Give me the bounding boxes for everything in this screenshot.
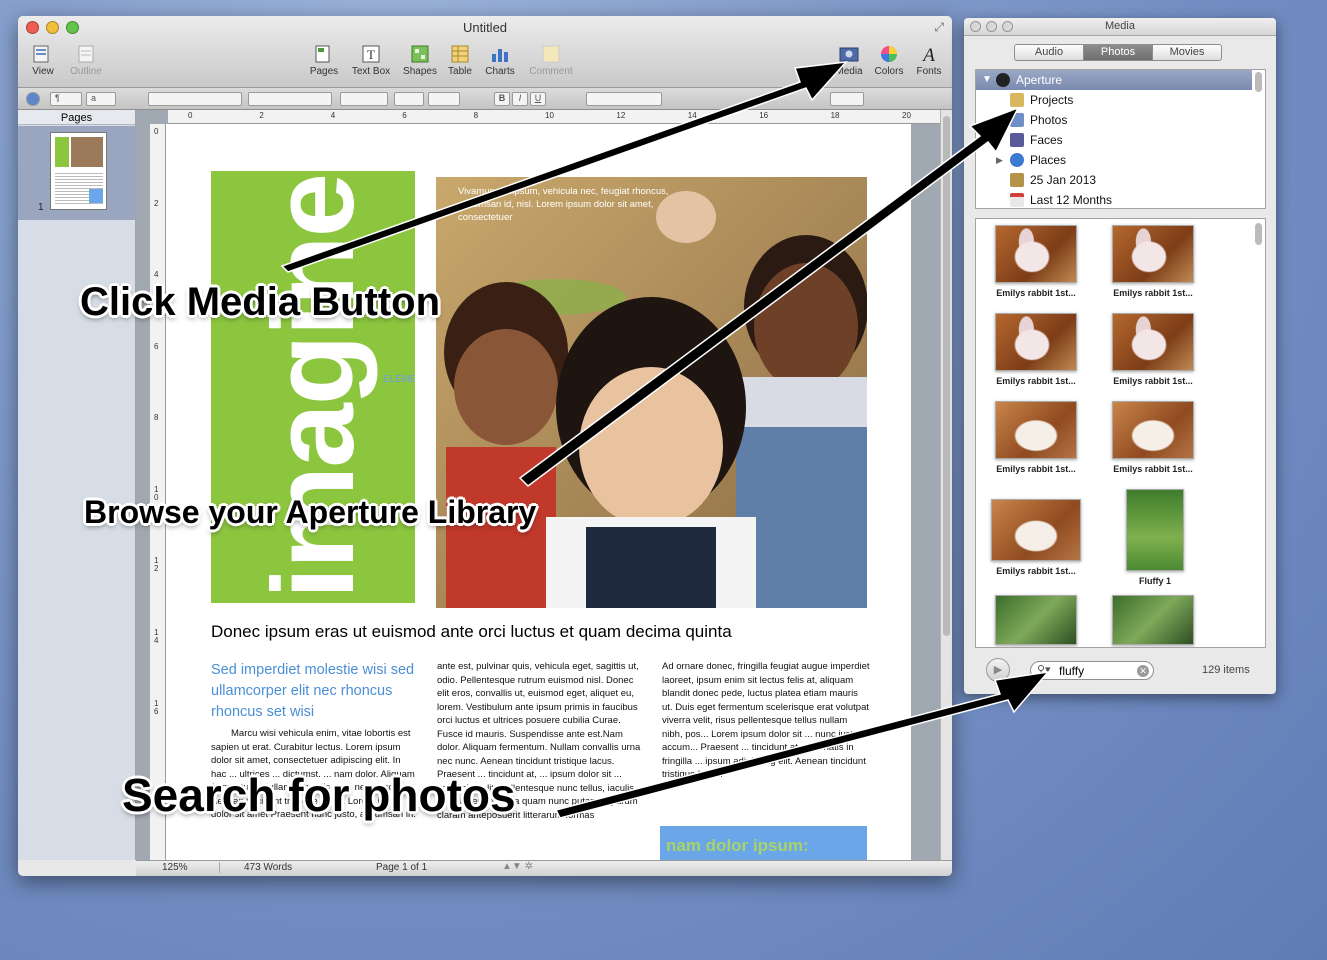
arrow-to-search-field: [554, 670, 1050, 819]
annotation-click-media: Click Media Button: [80, 280, 441, 324]
arrow-to-photos-source: [518, 106, 1020, 487]
annotation-browse-aperture: Browse your Aperture Library: [84, 494, 537, 530]
annotation-search-photos: Search for photos: [122, 769, 516, 821]
arrow-to-media-button: [280, 61, 848, 273]
